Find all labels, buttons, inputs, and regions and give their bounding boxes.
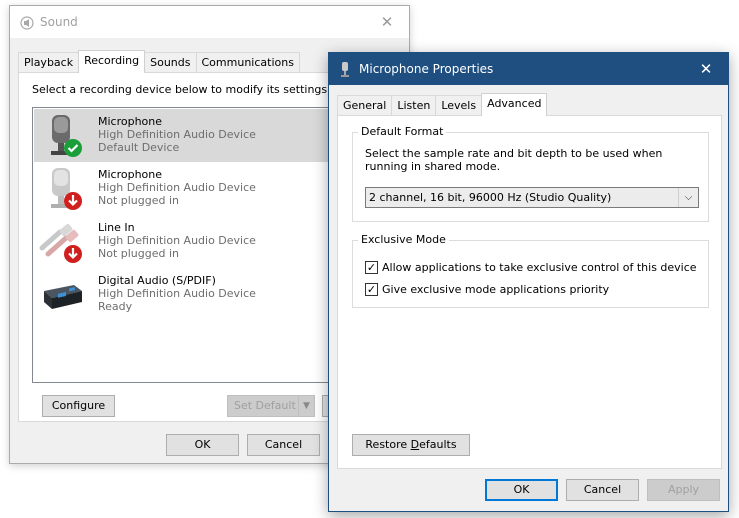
properties-window-title: Microphone Properties (359, 62, 494, 76)
properties-tabs: General Listen Levels Advanced (337, 93, 548, 116)
device-state: Ready (98, 300, 133, 313)
chevron-down-icon[interactable]: ⌵ (678, 188, 698, 207)
tab-levels[interactable]: Levels (435, 95, 483, 115)
set-default-dropdown-icon[interactable]: ▼ (298, 396, 314, 416)
microphone-default-icon (51, 115, 82, 157)
sound-titlebar[interactable]: Sound ✕ (10, 6, 409, 38)
allow-exclusive-checkbox[interactable]: ✓ (365, 261, 378, 274)
recording-instruction: Select a recording device below to modif… (32, 83, 331, 96)
default-format-select[interactable]: 2 channel, 16 bit, 96000 Hz (Studio Qual… (365, 187, 699, 208)
properties-ok-button[interactable]: OK (485, 479, 558, 501)
speaker-icon (20, 16, 34, 30)
default-format-group: Default Format Select the sample rate an… (352, 125, 709, 222)
microphone-properties-window: Microphone Properties ✕ General Listen L… (328, 52, 729, 512)
device-driver: High Definition Audio Device (98, 234, 256, 247)
sound-tabs: Playback Recording Sounds Communications (18, 50, 300, 73)
line-in-unplugged-icon (39, 223, 82, 263)
device-driver: High Definition Audio Device (98, 128, 256, 141)
tab-general[interactable]: General (337, 95, 393, 115)
default-format-selected: 2 channel, 16 bit, 96000 Hz (Studio Qual… (369, 191, 612, 204)
set-default-button[interactable]: Set Default ▼ (227, 395, 315, 417)
tab-recording[interactable]: Recording (78, 50, 146, 73)
sound-cancel-button[interactable]: Cancel (247, 434, 320, 456)
microphone-unplugged-icon (51, 168, 82, 210)
tab-listen[interactable]: Listen (391, 95, 437, 115)
microphone-icon (341, 62, 349, 77)
tab-playback[interactable]: Playback (18, 52, 80, 72)
exclusive-priority-label: Give exclusive mode applications priorit… (382, 283, 610, 296)
digital-audio-icon (44, 285, 82, 309)
tab-advanced[interactable]: Advanced (481, 93, 548, 116)
tab-sounds[interactable]: Sounds (144, 52, 197, 72)
device-state: Default Device (98, 141, 180, 154)
device-name: Microphone (98, 168, 163, 181)
device-driver: High Definition Audio Device (98, 181, 256, 194)
device-driver: High Definition Audio Device (98, 287, 256, 300)
sound-close-button[interactable]: ✕ (365, 6, 409, 38)
restore-defaults-mnemonic: D (410, 438, 420, 451)
device-state: Not plugged in (98, 194, 180, 207)
default-format-description: Select the sample rate and bit depth to … (365, 147, 663, 173)
restore-defaults-label-end: efaults (419, 438, 457, 451)
restore-defaults-label-start: Restore (365, 438, 411, 451)
default-format-label: Default Format (358, 125, 447, 138)
tab-communications[interactable]: Communications (195, 52, 300, 72)
properties-titlebar[interactable]: Microphone Properties ✕ (329, 53, 728, 85)
configure-button[interactable]: Configure (42, 395, 115, 417)
sound-window-title: Sound (40, 15, 78, 29)
device-name: Digital Audio (S/PDIF) (98, 274, 216, 287)
restore-defaults-button[interactable]: Restore Defaults (352, 434, 470, 456)
device-state: Not plugged in (98, 247, 180, 260)
advanced-panel: Default Format Select the sample rate an… (337, 115, 722, 469)
exclusive-mode-group: Exclusive Mode ✓ Allow applications to t… (352, 233, 709, 308)
properties-cancel-button[interactable]: Cancel (566, 479, 639, 501)
allow-exclusive-label: Allow applications to take exclusive con… (382, 261, 697, 274)
set-default-label: Set Default (234, 399, 296, 412)
exclusive-mode-label: Exclusive Mode (358, 233, 449, 246)
properties-apply-button[interactable]: Apply (647, 479, 720, 501)
sound-ok-button[interactable]: OK (166, 434, 239, 456)
exclusive-priority-checkbox[interactable]: ✓ (365, 283, 378, 296)
properties-close-button[interactable]: ✕ (684, 53, 728, 85)
device-name: Line In (98, 221, 135, 234)
device-name: Microphone (98, 115, 163, 128)
